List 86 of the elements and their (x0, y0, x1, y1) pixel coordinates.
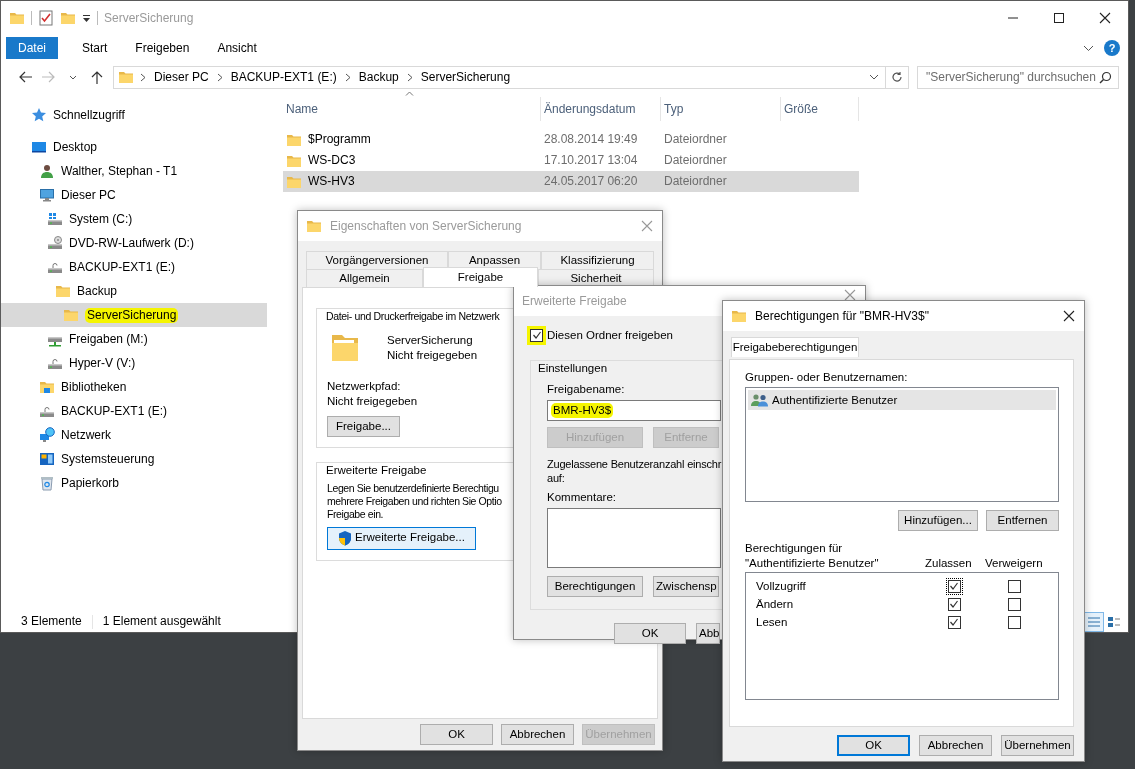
ribbon-tab[interactable]: Freigeben (121, 36, 204, 60)
column-header: Verweigern (985, 555, 1043, 571)
table-cell-text: Dateiordner (663, 174, 728, 189)
tree-item[interactable]: Dieser PC (1, 183, 267, 207)
dialog-button[interactable]: Abbrechen (919, 735, 992, 756)
advanced-sharing-button[interactable]: Erweiterte Freigabe... (327, 526, 476, 550)
dialog-button[interactable]: Übernehmen (1001, 735, 1074, 756)
dialog-button[interactable]: OK (420, 724, 493, 745)
dialog-button[interactable]: Zwischensp (653, 576, 719, 597)
breadcrumb-link[interactable]: Backup (356, 69, 401, 85)
tree-item[interactable]: Systemsteuerung (1, 447, 267, 471)
status-text: 1 Element ausgewählt (102, 614, 221, 629)
dialog-button[interactable]: Abbrechen (501, 724, 574, 745)
tree-item[interactable]: Netzwerk (1, 423, 267, 447)
network-path: Nicht freigegeben (327, 393, 418, 409)
tree-item[interactable]: Bibliotheken (1, 375, 267, 399)
table-cell-text: Dateiordner (663, 153, 728, 168)
tree-item[interactable]: System (C:) (1, 207, 267, 231)
column-header[interactable]: Typ (661, 97, 781, 121)
folder-name: ServerSicherung (387, 333, 473, 348)
file-row[interactable]: WS-HV3 24.05.2017 06:20 Dateiordner (283, 171, 859, 192)
tree-item[interactable]: BACKUP-EXT1 (E:) (1, 255, 267, 279)
file-name: WS-DC3 (308, 153, 356, 168)
column-header: Zulassen (925, 555, 972, 571)
permission-name: Vollzugriff (756, 578, 807, 594)
permission-name: Lesen (756, 614, 789, 630)
text-field[interactable]: BMR-HV3$ (547, 400, 721, 422)
tree-item[interactable]: ServerSicherung (1, 303, 267, 327)
checkbox-label: Diesen Ordner freigeben (547, 328, 673, 343)
path-label: Netzwerkpfad: (327, 379, 401, 394)
dialog-title: Berechtigungen für "BMR-HV3$" (755, 308, 929, 324)
window-title: ServerSicherung (104, 10, 194, 26)
file-row[interactable]: WS-DC3 17.10.2017 13:04 Dateiordner (283, 150, 859, 171)
dialog-title: Eigenschaften von ServerSicherung (330, 218, 522, 234)
file-name: $Programm (308, 132, 371, 147)
tree-item[interactable]: Freigaben (M:) (1, 327, 267, 351)
ribbon-tab[interactable]: Start (68, 36, 122, 60)
tab[interactable]: Freigabeberechtigungen (731, 337, 859, 357)
ribbon-tab[interactable]: Ansicht (203, 36, 271, 60)
breadcrumb-link[interactable]: Dieser PC (152, 69, 211, 85)
tab[interactable]: Allgemein (306, 269, 423, 287)
list-item[interactable]: Authentifizierte Benutzer (748, 390, 1056, 411)
tree-item[interactable]: Backup (1, 279, 267, 303)
tree-item[interactable]: Desktop (1, 135, 267, 159)
tab[interactable]: Freigabe (423, 267, 538, 287)
tree-item[interactable]: BACKUP-EXT1 (E:) (1, 399, 267, 423)
search-field[interactable]: "ServerSicherung" durchsuchen (917, 65, 1119, 89)
dialog-button[interactable]: Entfernen (986, 510, 1059, 532)
tab[interactable]: Vorgängerversionen (306, 251, 448, 269)
breadcrumb-link[interactable]: ServerSicherung (418, 69, 513, 85)
column-header[interactable]: Größe (781, 97, 859, 121)
field-label: Berechtigungen für "Authentifizierte Benutzer" (745, 541, 880, 571)
help-button[interactable]: ? (1104, 40, 1120, 56)
file-menu-button[interactable]: Datei (6, 37, 58, 59)
dialog-button[interactable]: Abb (696, 623, 720, 644)
table-cell-text: 24.05.2017 06:20 (543, 174, 639, 189)
table-cell-text: 17.10.2017 13:04 (543, 153, 639, 168)
field-label: Freigabename: (547, 381, 625, 397)
dialog-button[interactable]: Freigabe... (327, 416, 400, 438)
tree-item[interactable]: Hyper-V (V:) (1, 351, 267, 375)
tree-item[interactable]: Schnellzugriff (1, 103, 267, 127)
file-name: WS-HV3 (308, 174, 355, 189)
address-bar[interactable]: Dieser PC BACKUP-EXT1 (E:) Backup ServerSicherung (113, 65, 886, 89)
dialog-button[interactable]: Berechtigungen (547, 576, 643, 597)
table-cell-text: Dateiordner (663, 132, 728, 147)
file-row[interactable]: $Programm 28.08.2014 19:49 Dateiordner (283, 129, 859, 150)
tree-item[interactable]: Walther, Stephan - T1 (1, 159, 267, 183)
field-label: Kommentare: (547, 489, 617, 504)
description-text: Legen Sie benutzerdefinierte Berechtigu mehrere Freigaben und richten Sie Optio Freigabe ein. (327, 481, 502, 521)
dialog-button[interactable]: OK (837, 735, 910, 756)
group-heading: Datei- und Druckerfreigabe im Netzwerk (323, 310, 503, 324)
column-header[interactable]: Änderungsdatum (541, 97, 661, 121)
table-cell-text: 28.08.2014 19:49 (543, 132, 639, 147)
dialog-button[interactable]: OK (614, 623, 686, 644)
dialog-button[interactable]: Hinzufügen... (898, 510, 978, 532)
breadcrumb-link[interactable]: BACKUP-EXT1 (E:) (228, 69, 339, 85)
status-text: 3 Elemente (21, 614, 82, 629)
tree-item[interactable]: DVD-RW-Laufwerk (D:) (1, 231, 267, 255)
permission-name: Ändern (756, 596, 795, 612)
tree-item[interactable]: Papierkorb (1, 471, 267, 495)
field-label: Zugelassene Benutzeranzahl einschr auf: (547, 458, 722, 486)
field-label: Gruppen- oder Benutzernamen: (745, 370, 908, 385)
tab[interactable]: Klassifizierung (541, 251, 654, 269)
share-status: Nicht freigegeben (387, 347, 478, 363)
dialog-title: Erweiterte Freigabe (522, 293, 627, 309)
column-header[interactable]: Name (283, 97, 541, 121)
